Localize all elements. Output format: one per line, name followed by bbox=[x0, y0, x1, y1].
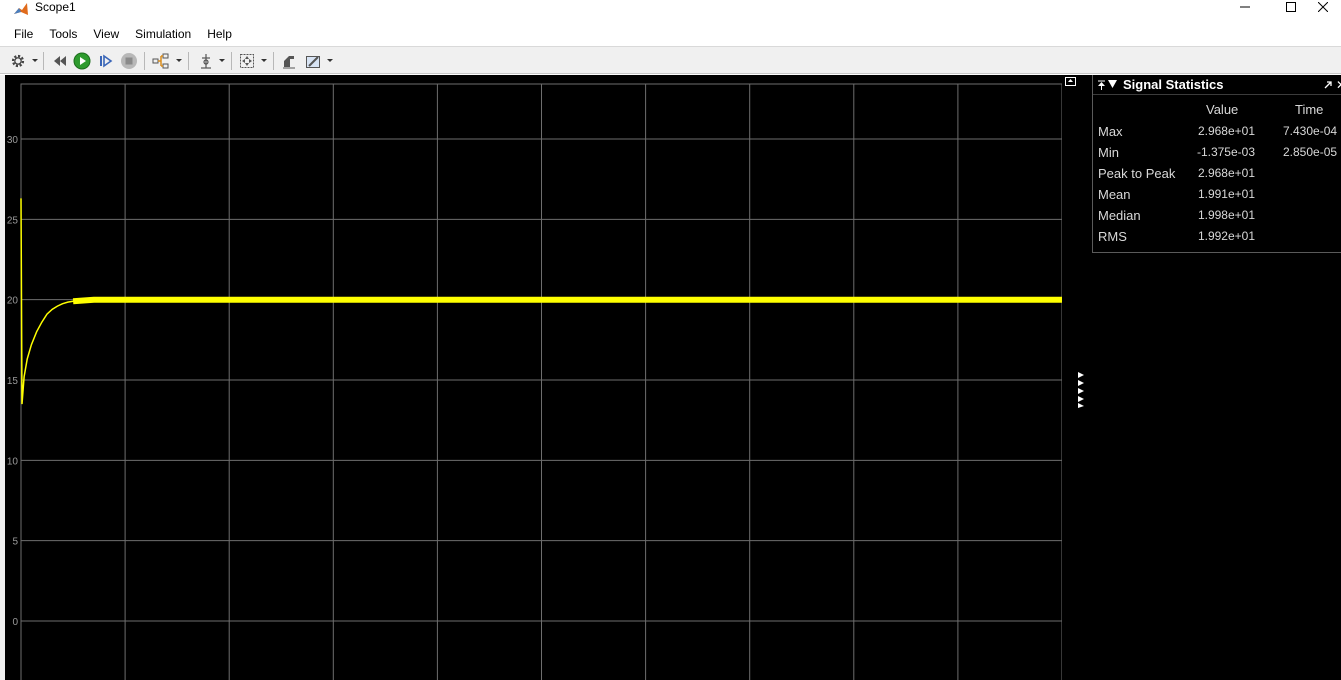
toolbar-separator bbox=[43, 52, 44, 70]
zoom-fit-icon bbox=[240, 54, 254, 68]
zoom-fit-dropdown-arrow[interactable] bbox=[261, 59, 267, 62]
stats-row-label: Max bbox=[1098, 124, 1123, 139]
stats-row-label: Min bbox=[1098, 145, 1119, 160]
stats-row-time: 2.850e-05 bbox=[1283, 145, 1338, 159]
toolbar bbox=[0, 46, 1341, 74]
stop-icon bbox=[121, 53, 137, 69]
cursor-measure-dropdown-arrow[interactable] bbox=[219, 59, 225, 62]
signal-select-icon bbox=[152, 53, 169, 69]
y-tick-label: 15 bbox=[7, 376, 19, 387]
pin-icon[interactable] bbox=[1097, 80, 1106, 90]
signal-select-button[interactable] bbox=[151, 51, 171, 71]
menu-help[interactable]: Help bbox=[199, 22, 240, 46]
stats-row-value: 1.991e+01 bbox=[1197, 187, 1255, 201]
settings-button[interactable] bbox=[9, 51, 27, 71]
cursor-measure-button[interactable] bbox=[197, 51, 215, 71]
stats-row-label: Peak to Peak bbox=[1098, 166, 1176, 181]
stats-row-value: 1.998e+01 bbox=[1197, 208, 1255, 222]
stats-undock-icon[interactable] bbox=[1324, 80, 1333, 89]
menu-tools[interactable]: Tools bbox=[41, 22, 85, 46]
signal-noise-band bbox=[72, 296, 1062, 305]
style-button[interactable] bbox=[280, 51, 298, 71]
menu-view[interactable]: View bbox=[85, 22, 127, 46]
style-icon bbox=[283, 56, 295, 69]
menu-bar: File Tools View Simulation Help bbox=[0, 22, 1341, 46]
zoom-fit-button[interactable] bbox=[238, 51, 256, 71]
scope-plot[interactable]: 0 5 10 15 20 25 30 bbox=[0, 75, 1062, 680]
stats-header: Signal Statistics ✕ bbox=[1093, 75, 1341, 95]
stats-close-icon[interactable]: ✕ bbox=[1336, 78, 1341, 92]
step-forward-icon bbox=[100, 54, 113, 68]
maximize-icon bbox=[1286, 2, 1296, 12]
step-back-button[interactable] bbox=[51, 51, 69, 71]
settings-gear-icon bbox=[11, 54, 25, 68]
stats-col-value: Value bbox=[1206, 102, 1239, 117]
stats-row-value: 2.968e+01 bbox=[1197, 166, 1255, 180]
close-button[interactable] bbox=[1314, 0, 1341, 14]
toolbar-separator bbox=[188, 52, 189, 70]
step-forward-button[interactable] bbox=[97, 51, 115, 71]
run-icon bbox=[73, 52, 91, 70]
toolbar-separator bbox=[144, 52, 145, 70]
stats-title: Signal Statistics bbox=[1123, 77, 1224, 92]
stats-row-value: 1.992e+01 bbox=[1197, 229, 1255, 243]
toolbar-separator bbox=[273, 52, 274, 70]
run-button[interactable] bbox=[73, 51, 91, 71]
highlight-icon bbox=[306, 56, 320, 68]
window-title: Scope1 bbox=[35, 0, 76, 14]
y-tick-label: 30 bbox=[7, 135, 19, 146]
y-tick-label: 25 bbox=[7, 215, 19, 226]
stop-button[interactable] bbox=[120, 51, 138, 71]
cursor-measure-icon bbox=[201, 54, 211, 69]
step-back-icon bbox=[54, 56, 66, 66]
maximize-button[interactable] bbox=[1268, 0, 1314, 14]
signal-statistics-panel: Signal Statistics ✕ Value Time Max 2.968… bbox=[1092, 75, 1341, 253]
y-tick-label: 10 bbox=[7, 456, 19, 467]
y-tick-label: 0 bbox=[12, 617, 18, 628]
close-icon bbox=[1318, 2, 1328, 12]
y-tick-label: 20 bbox=[7, 296, 19, 307]
y-tick-label: 5 bbox=[12, 537, 18, 548]
panel-resize-arrows-icon[interactable] bbox=[1077, 371, 1085, 409]
toolbar-separator bbox=[231, 52, 232, 70]
collapse-triangle-icon[interactable] bbox=[1108, 80, 1117, 88]
menu-simulation[interactable]: Simulation bbox=[127, 22, 199, 46]
stats-row-label: Mean bbox=[1098, 187, 1131, 202]
stats-row-label: RMS bbox=[1098, 229, 1127, 244]
minimize-button[interactable] bbox=[1222, 0, 1268, 14]
stats-col-time: Time bbox=[1295, 102, 1324, 117]
highlight-button[interactable] bbox=[304, 51, 322, 71]
matlab-logo-icon bbox=[14, 3, 28, 15]
settings-dropdown-arrow[interactable] bbox=[32, 59, 38, 62]
highlight-dropdown-arrow[interactable] bbox=[327, 59, 333, 62]
stats-row-value: -1.375e-03 bbox=[1196, 145, 1255, 159]
stats-row-value: 2.968e+01 bbox=[1197, 124, 1255, 138]
menu-file[interactable]: File bbox=[6, 22, 41, 46]
stats-row-label: Median bbox=[1098, 208, 1141, 223]
plot-background bbox=[5, 75, 1062, 680]
title-bar: Scope1 bbox=[0, 0, 1341, 22]
signal-select-dropdown-arrow[interactable] bbox=[176, 59, 182, 62]
plot-undock-icon[interactable] bbox=[1065, 77, 1076, 86]
stats-row-time: 7.430e-04 bbox=[1283, 124, 1338, 138]
minimize-icon bbox=[1240, 6, 1250, 8]
